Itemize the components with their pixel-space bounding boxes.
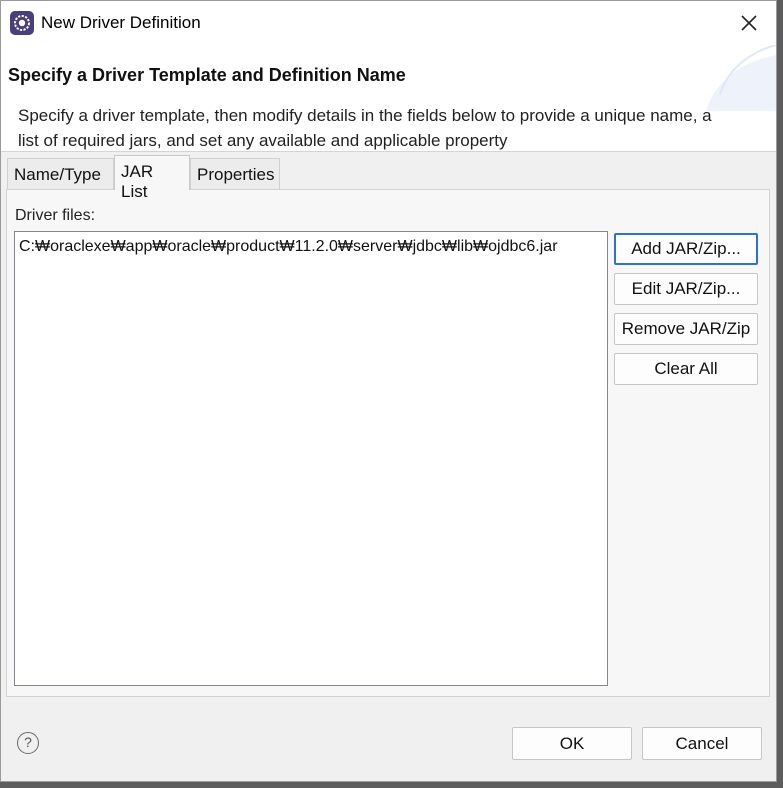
help-icon[interactable]: ? <box>17 732 39 754</box>
tab-name-type[interactable]: Name/Type <box>7 158 114 189</box>
app-gear-icon <box>10 11 34 35</box>
header-title: Specify a Driver Template and Definition… <box>8 65 406 85</box>
remove-jar-button[interactable]: Remove JAR/Zip <box>614 313 758 345</box>
tab-properties[interactable]: Properties <box>190 158 280 189</box>
close-icon <box>741 15 757 31</box>
cancel-button[interactable]: Cancel <box>642 727 762 760</box>
list-item[interactable]: C:₩oraclexe₩app₩oracle₩product₩11.2.0₩se… <box>19 238 558 256</box>
title-bar: New Driver Definition <box>1 1 776 45</box>
close-button[interactable] <box>732 7 766 39</box>
window-title: New Driver Definition <box>41 13 201 32</box>
clear-all-button[interactable]: Clear All <box>614 353 758 385</box>
add-jar-button[interactable]: Add JAR/Zip... <box>614 233 758 265</box>
ok-button[interactable]: OK <box>512 727 632 760</box>
edit-jar-button[interactable]: Edit JAR/Zip... <box>614 273 758 305</box>
header-description: Specify a driver template, then modify d… <box>18 106 712 150</box>
wizard-header: Specify a Driver Template and Definition… <box>1 45 776 152</box>
tab-jar-list[interactable]: JAR List <box>114 155 190 201</box>
driver-files-label: Driver files: <box>15 207 96 224</box>
new-driver-definition-dialog: New Driver Definition Specify a Driver T… <box>0 0 777 782</box>
driver-files-list[interactable]: C:₩oraclexe₩app₩oracle₩product₩11.2.0₩se… <box>14 231 608 686</box>
jar-list-panel: Driver files: C:₩oraclexe₩app₩oracle₩pro… <box>6 189 770 697</box>
